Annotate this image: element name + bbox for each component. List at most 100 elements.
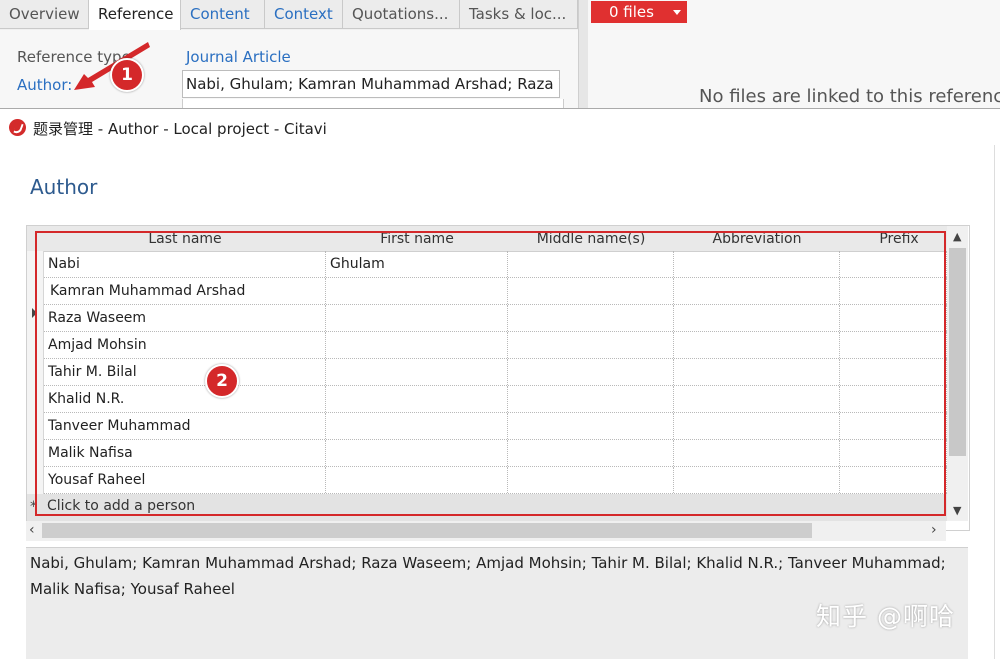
row-selector-column[interactable] xyxy=(27,251,44,521)
cell-last-name[interactable]: Raza Waseem xyxy=(44,305,326,331)
tab-reference[interactable]: Reference xyxy=(89,0,181,31)
reference-editor-window: Overview Reference Content Context Quota… xyxy=(0,0,1000,108)
cell-middle-names[interactable] xyxy=(508,413,674,439)
cell-first-name[interactable] xyxy=(326,386,508,412)
author-field-link[interactable]: Author: xyxy=(17,76,72,94)
cell-first-name[interactable] xyxy=(326,278,508,304)
column-header-abbreviation[interactable]: Abbreviation xyxy=(674,226,840,251)
reference-tabbar: Overview Reference Content Context Quota… xyxy=(0,0,578,31)
cell-last-name[interactable]: Khalid N.R. xyxy=(44,386,326,412)
table-row[interactable]: Yousaf Raheel xyxy=(44,467,947,494)
cell-first-name[interactable] xyxy=(326,440,508,466)
vertical-scrollbar[interactable]: ▲ ▼ xyxy=(947,226,968,521)
cell-last-name[interactable]: Malik Nafisa xyxy=(44,440,326,466)
scroll-left-icon[interactable]: ‹ xyxy=(29,522,35,538)
annotation-badge-2: 2 xyxy=(205,364,239,398)
cell-middle-names[interactable] xyxy=(508,278,674,304)
cell-first-name[interactable] xyxy=(326,332,508,358)
cell-abbreviation[interactable] xyxy=(674,278,840,304)
column-header-middle-names[interactable]: Middle name(s) xyxy=(508,226,674,251)
cell-prefix[interactable] xyxy=(840,440,947,466)
current-row-indicator-icon xyxy=(32,308,37,318)
tab-quotations[interactable]: Quotations... xyxy=(343,0,460,29)
cell-prefix[interactable] xyxy=(840,386,947,412)
table-row[interactable]: Raza Waseem xyxy=(44,305,947,332)
pane-splitter[interactable] xyxy=(578,0,588,108)
cell-abbreviation[interactable] xyxy=(674,251,840,277)
cell-middle-names[interactable] xyxy=(508,305,674,331)
cell-prefix[interactable] xyxy=(840,413,947,439)
new-row-star-icon: * xyxy=(30,499,37,515)
cell-last-name[interactable]: Tahir M. Bilal xyxy=(44,359,326,385)
cell-last-name[interactable]: Yousaf Raheel xyxy=(44,467,326,493)
cell-last-name[interactable]: Amjad Mohsin xyxy=(44,332,326,358)
cell-middle-names[interactable] xyxy=(508,251,674,277)
page-title: Author xyxy=(30,175,98,199)
cell-last-name[interactable]: Nabi xyxy=(44,251,326,277)
add-person-row[interactable]: * Click to add a person xyxy=(27,494,947,521)
table-row[interactable]: Tanveer Muhammad xyxy=(44,413,947,440)
cell-first-name[interactable] xyxy=(326,413,508,439)
vertical-scroll-thumb[interactable] xyxy=(949,248,966,456)
cell-first-name[interactable]: Ghulam xyxy=(326,251,508,277)
reference-type-value[interactable]: Journal Article xyxy=(186,48,291,66)
scroll-up-icon[interactable]: ▲ xyxy=(953,230,961,243)
cell-abbreviation[interactable] xyxy=(674,413,840,439)
window-edge xyxy=(994,145,1000,659)
column-header-last-name[interactable]: Last name xyxy=(44,226,326,251)
reference-pane: Reference type: Journal Article Author: … xyxy=(0,30,578,108)
cell-middle-names[interactable] xyxy=(508,386,674,412)
cell-abbreviation[interactable] xyxy=(674,467,840,493)
table-row[interactable]: Nabi Ghulam xyxy=(44,251,947,278)
table-row[interactable]: Kamran Muhammad Arshad xyxy=(44,278,947,305)
files-button-label: 0 files xyxy=(609,3,654,21)
cell-prefix[interactable] xyxy=(840,278,947,304)
cell-first-name[interactable] xyxy=(326,305,508,331)
cell-middle-names[interactable] xyxy=(508,467,674,493)
cell-abbreviation[interactable] xyxy=(674,386,840,412)
horizontal-scroll-thumb[interactable] xyxy=(42,523,812,538)
author-dialog: 题录管理 - Author - Local project - Citavi A… xyxy=(0,108,1000,659)
cell-middle-names[interactable] xyxy=(508,440,674,466)
cell-prefix[interactable] xyxy=(840,467,947,493)
title-field[interactable] xyxy=(182,99,564,108)
cell-abbreviation[interactable] xyxy=(674,332,840,358)
cell-prefix[interactable] xyxy=(840,359,947,385)
scroll-right-icon[interactable]: › xyxy=(931,522,937,538)
dialog-title-bar: 题录管理 - Author - Local project - Citavi xyxy=(0,109,1000,145)
files-dropdown-button[interactable]: 0 files xyxy=(591,1,687,23)
table-row[interactable]: Malik Nafisa xyxy=(44,440,947,467)
tab-context[interactable]: Context xyxy=(265,0,343,29)
cell-abbreviation[interactable] xyxy=(674,305,840,331)
cell-last-name[interactable]: Tanveer Muhammad xyxy=(44,413,326,439)
cell-first-name[interactable] xyxy=(326,359,508,385)
cell-first-name[interactable] xyxy=(326,467,508,493)
files-pane: 0 files No files are linked to this refe… xyxy=(588,0,1000,108)
watermark: 知乎 @啊哈 xyxy=(816,602,955,631)
grid-header: Last name First name Middle name(s) Abbr… xyxy=(27,226,947,252)
column-header-prefix[interactable]: Prefix xyxy=(840,226,958,251)
cell-abbreviation[interactable] xyxy=(674,359,840,385)
author-field[interactable]: Nabi, Ghulam; Kamran Muhammad Arshad; Ra… xyxy=(182,70,560,98)
cell-prefix[interactable] xyxy=(840,305,947,331)
tab-overview[interactable]: Overview xyxy=(0,0,89,29)
annotation-badge-1: 1 xyxy=(110,58,144,92)
cell-middle-names[interactable] xyxy=(508,332,674,358)
cell-middle-names[interactable] xyxy=(508,359,674,385)
add-person-placeholder[interactable]: Click to add a person xyxy=(47,498,195,514)
cell-prefix[interactable] xyxy=(840,251,947,277)
table-row[interactable]: Khalid N.R. xyxy=(44,386,947,413)
column-header-first-name[interactable]: First name xyxy=(326,226,508,251)
chevron-down-icon xyxy=(673,10,681,15)
cell-last-name[interactable]: Kamran Muhammad Arshad xyxy=(44,278,326,304)
persons-grid: Last name First name Middle name(s) Abbr… xyxy=(26,225,970,531)
tab-tasks-locations[interactable]: Tasks & loc... xyxy=(460,0,578,29)
cell-abbreviation[interactable] xyxy=(674,440,840,466)
cell-prefix[interactable] xyxy=(840,332,947,358)
table-row[interactable]: Amjad Mohsin xyxy=(44,332,947,359)
table-row[interactable]: Tahir M. Bilal xyxy=(44,359,947,386)
citavi-app-icon xyxy=(9,119,26,136)
scroll-down-icon[interactable]: ▼ xyxy=(953,504,961,517)
horizontal-scrollbar[interactable]: ‹ › xyxy=(26,521,946,541)
tab-content[interactable]: Content xyxy=(181,0,265,29)
